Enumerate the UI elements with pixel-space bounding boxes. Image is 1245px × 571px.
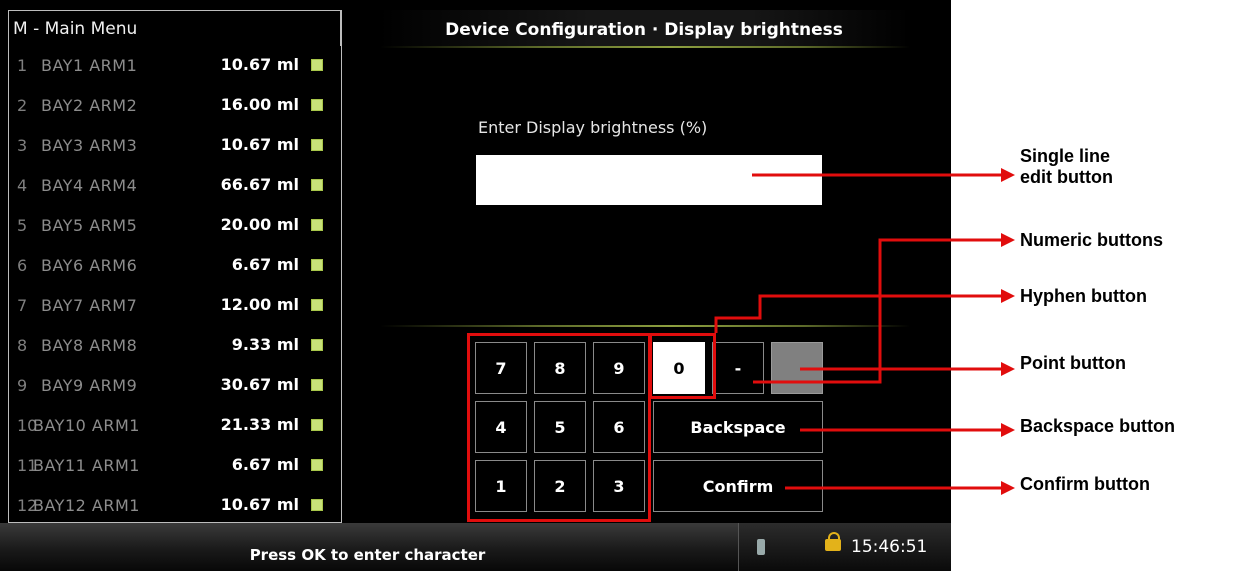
annotation-numeric: Numeric buttons bbox=[1020, 230, 1164, 250]
annotation-line-1: Single line bbox=[1020, 146, 1111, 166]
annotation-hyphen: Hyphen button bbox=[1020, 286, 1147, 306]
annotation-single-line-edit: Single line edit button bbox=[1020, 146, 1113, 188]
annotation-point: Point button bbox=[1020, 353, 1126, 373]
annotation-line-2: edit button bbox=[1020, 167, 1113, 187]
annotation-backspace: Backspace button bbox=[1020, 416, 1176, 436]
annotation-confirm: Confirm button bbox=[1020, 474, 1150, 494]
arrow-right-icon bbox=[1001, 168, 1015, 495]
